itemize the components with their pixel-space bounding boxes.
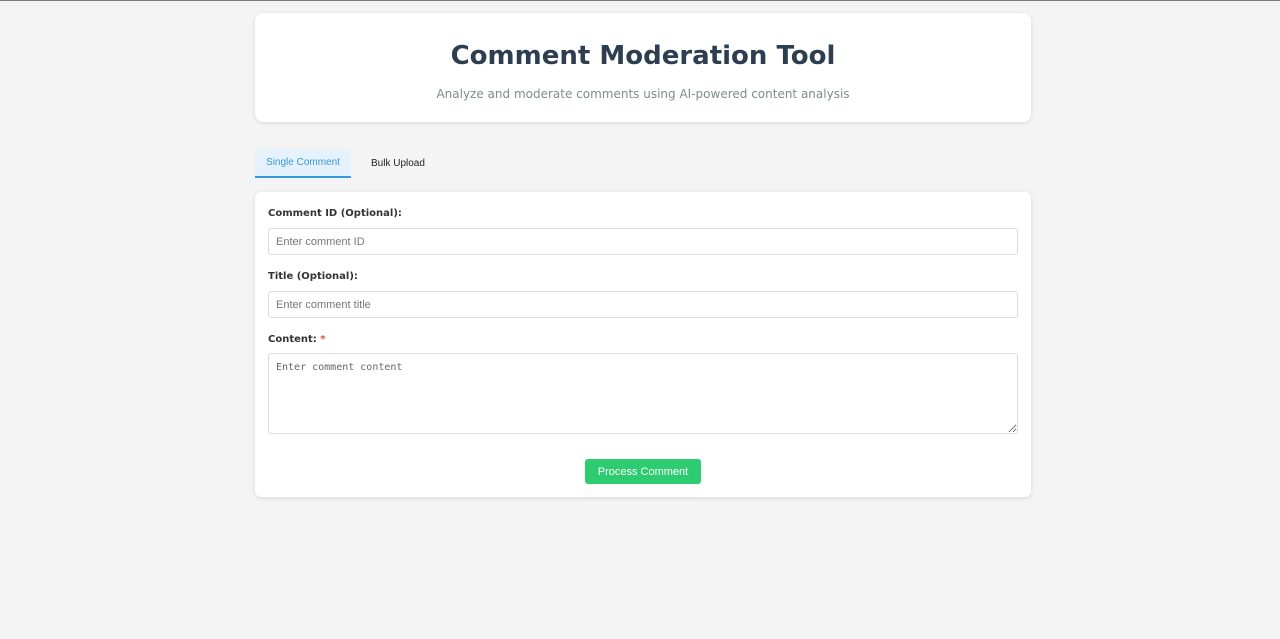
page-subtitle: Analyze and moderate comments using AI-p… bbox=[436, 87, 850, 101]
tab-single-comment[interactable]: Single Comment bbox=[255, 149, 351, 178]
content-label-text: Content: bbox=[268, 334, 317, 345]
process-comment-button[interactable]: Process Comment bbox=[585, 459, 701, 484]
app-container: Comment Moderation Tool Analyze and mode… bbox=[255, 13, 1031, 497]
comment-id-label: Comment ID (Optional): bbox=[268, 208, 402, 219]
title-label: Title (Optional): bbox=[268, 271, 358, 282]
required-marker: * bbox=[320, 334, 326, 345]
title-group: Title (Optional): bbox=[268, 271, 1018, 318]
page-title: Comment Moderation Tool bbox=[450, 41, 836, 71]
content-group: Content: * bbox=[268, 334, 1018, 434]
header-card: Comment Moderation Tool Analyze and mode… bbox=[255, 13, 1031, 122]
content-label: Content: * bbox=[268, 334, 1018, 346]
comment-form: Comment ID (Optional): Title (Optional):… bbox=[255, 192, 1031, 497]
tab-bulk-upload[interactable]: Bulk Upload bbox=[355, 149, 441, 178]
comment-id-input[interactable] bbox=[268, 228, 1018, 255]
comment-id-group: Comment ID (Optional): bbox=[268, 208, 1018, 255]
content-textarea[interactable] bbox=[268, 353, 1018, 434]
tab-bar: Single Comment Bulk Upload bbox=[255, 149, 1031, 178]
submit-row: Process Comment bbox=[268, 459, 1018, 484]
title-input[interactable] bbox=[268, 291, 1018, 318]
